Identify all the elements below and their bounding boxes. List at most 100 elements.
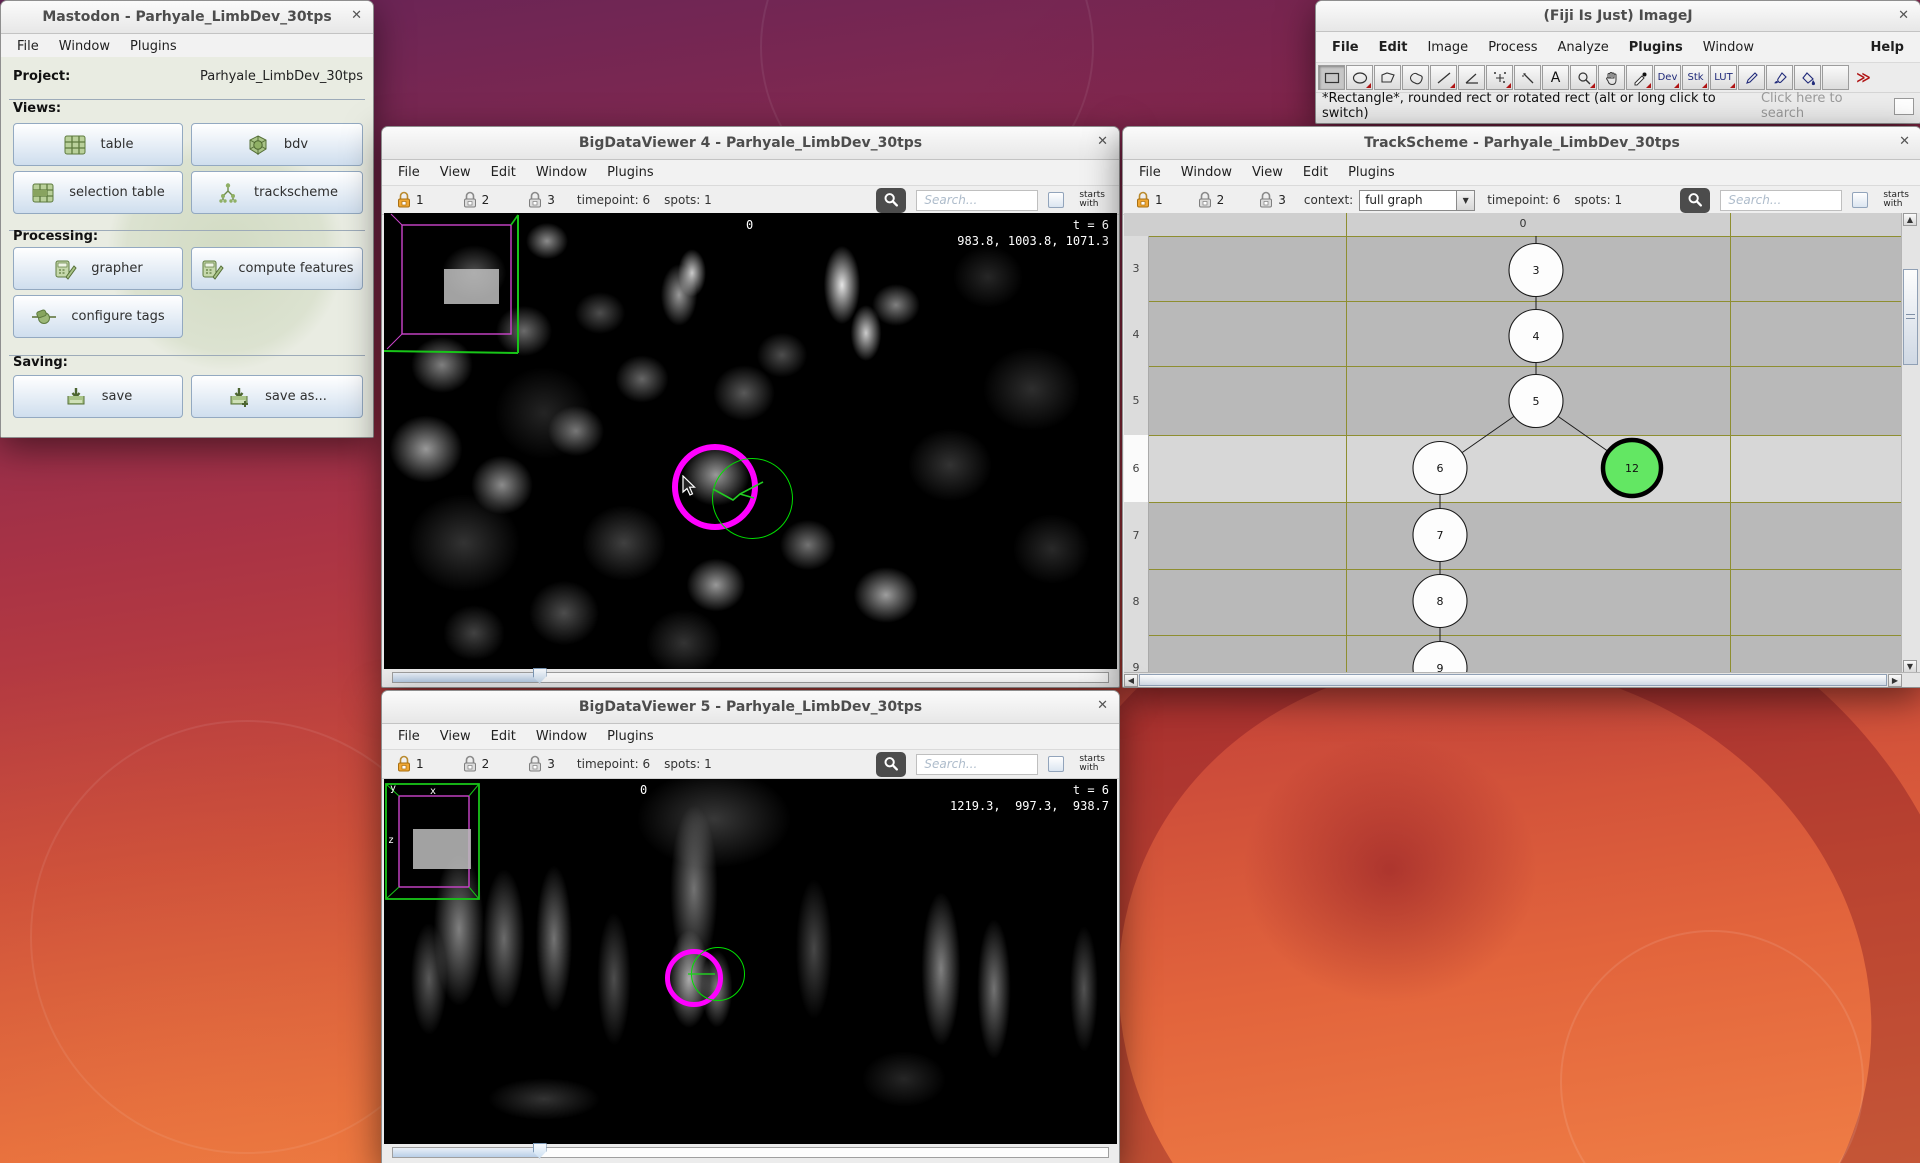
save-as-button[interactable]: save as... (191, 375, 363, 418)
bdv5-titlebar[interactable]: BigDataViewer 5 - Parhyale_LimbDev_30tps… (382, 691, 1119, 724)
scroll-left-button[interactable]: ◀ (1124, 674, 1138, 687)
menu-plugins[interactable]: Plugins (597, 729, 664, 744)
search-button[interactable] (1680, 188, 1710, 213)
bdv4-time-slider[interactable] (384, 669, 1117, 685)
menu-file[interactable]: File (1129, 165, 1171, 180)
close-icon[interactable]: ✕ (1898, 9, 1909, 23)
lock-icon-gray[interactable] (1258, 191, 1274, 209)
menu-process[interactable]: Process (1478, 40, 1547, 55)
fill-tool-button[interactable] (1794, 65, 1821, 90)
imagej-search-placeholder[interactable]: Click here to search (1761, 91, 1888, 121)
close-icon[interactable]: ✕ (1097, 135, 1108, 149)
freehand-tool-button[interactable] (1402, 65, 1429, 90)
starts-with-checkbox[interactable] (1852, 192, 1868, 208)
menu-view[interactable]: View (430, 729, 481, 744)
menu-window[interactable]: Window (526, 729, 597, 744)
color-picker-tool-button[interactable] (1626, 65, 1653, 90)
menu-file[interactable]: File (388, 729, 430, 744)
selection-table-button[interactable]: selection table (13, 171, 183, 214)
spot-circle[interactable] (712, 458, 793, 539)
menu-view[interactable]: View (430, 165, 481, 180)
pencil-tool-button[interactable] (1738, 65, 1765, 90)
imagej-titlebar[interactable]: (Fiji Is Just) ImageJ ✕ (1316, 1, 1920, 32)
menu-analyze[interactable]: Analyze (1548, 40, 1619, 55)
menu-image[interactable]: Image (1417, 40, 1478, 55)
horizontal-scrollbar[interactable]: ◀ ▶ (1124, 672, 1920, 687)
trackscheme-button[interactable]: trackscheme (191, 171, 363, 214)
scroll-up-button[interactable]: ▲ (1903, 213, 1917, 226)
close-icon[interactable]: ✕ (351, 9, 362, 23)
stk-tool-button[interactable]: Stk (1682, 65, 1709, 90)
bdv5-time-slider[interactable] (384, 1144, 1117, 1160)
menu-file[interactable]: File (1322, 40, 1369, 55)
menu-file[interactable]: File (7, 39, 49, 54)
menu-edit[interactable]: Edit (481, 729, 526, 744)
polygon-tool-button[interactable] (1374, 65, 1401, 90)
close-icon[interactable]: ✕ (1899, 135, 1910, 149)
time-slider-track[interactable] (392, 1147, 1109, 1158)
menu-window[interactable]: Window (49, 39, 120, 54)
menu-plugins[interactable]: Plugins (1338, 165, 1405, 180)
menu-window[interactable]: Window (1171, 165, 1242, 180)
lock-icon-gray[interactable] (462, 191, 478, 209)
starts-with-checkbox[interactable] (1048, 756, 1064, 772)
bdv4-canvas[interactable]: 0 t = 6 983.8, 1003.8, 1071.3 (384, 213, 1117, 669)
lock-icon-gray[interactable] (527, 191, 543, 209)
spot-circle[interactable] (691, 947, 745, 1001)
lut-tool-button[interactable]: LUT (1710, 65, 1737, 90)
table-button[interactable]: table (13, 123, 183, 166)
bdv5-canvas[interactable]: y x z 0 t = 6 1219.3, 997.3, 938.7 (384, 779, 1117, 1144)
point-tool-button[interactable] (1486, 65, 1513, 90)
lock-icon-gold[interactable] (396, 755, 412, 773)
mastodon-titlebar[interactable]: Mastodon - Parhyale_LimbDev_30tps ✕ (1, 1, 373, 34)
wand-tool-button[interactable] (1514, 65, 1541, 90)
time-slider-track[interactable] (392, 672, 1109, 683)
vertical-scroll-thumb[interactable] (1903, 269, 1918, 365)
bdv4-titlebar[interactable]: BigDataViewer 4 - Parhyale_LimbDev_30tps… (382, 127, 1119, 160)
search-button[interactable] (876, 752, 906, 777)
search-input[interactable]: Search... (916, 754, 1038, 775)
menu-plugins[interactable]: Plugins (120, 39, 187, 54)
menu-help[interactable]: Help (1861, 40, 1914, 55)
menu-view[interactable]: View (1242, 165, 1293, 180)
dev-tool-button[interactable]: Dev (1654, 65, 1681, 90)
menu-file[interactable]: File (388, 165, 430, 180)
lock-icon-gray[interactable] (1197, 191, 1213, 209)
zoom-tool-button[interactable] (1570, 65, 1597, 90)
grapher-button[interactable]: grapher (13, 247, 183, 290)
bdv-button[interactable]: bdv (191, 123, 363, 166)
menu-edit[interactable]: Edit (1369, 40, 1418, 55)
menu-edit[interactable]: Edit (1293, 165, 1338, 180)
horizontal-scroll-thumb[interactable] (1139, 674, 1887, 686)
line-tool-button[interactable] (1430, 65, 1457, 90)
trackscheme-titlebar[interactable]: TrackScheme - Parhyale_LimbDev_30tps ✕ (1123, 127, 1920, 160)
search-button[interactable] (876, 188, 906, 213)
menu-window[interactable]: Window (526, 165, 597, 180)
more-tools-button[interactable]: ≫ (1850, 65, 1877, 90)
search-input[interactable]: Search... (1720, 190, 1842, 211)
angle-tool-button[interactable] (1458, 65, 1485, 90)
chevron-down-icon[interactable]: ▼ (1457, 190, 1475, 211)
oval-tool-button[interactable] (1346, 65, 1373, 90)
hand-tool-button[interactable] (1598, 65, 1625, 90)
configure-tags-button[interactable]: configure tags (13, 295, 183, 338)
imagej-search-box[interactable] (1894, 98, 1914, 115)
menu-edit[interactable]: Edit (481, 165, 526, 180)
vertical-scrollbar[interactable]: ▲ ▼ (1901, 213, 1920, 673)
empty-tool-slot[interactable] (1822, 65, 1849, 90)
rectangle-tool-button[interactable] (1318, 65, 1345, 90)
lineage-tree[interactable]: 345612789 (1124, 213, 1904, 673)
brush-tool-button[interactable] (1766, 65, 1793, 90)
trackscheme-graph[interactable]: 0 3 4 5 6 7 8 9 345612789 (1124, 213, 1920, 673)
text-tool-button[interactable]: A (1542, 65, 1569, 90)
lock-icon-gold[interactable] (396, 191, 412, 209)
lock-icon-gray[interactable] (462, 755, 478, 773)
menu-plugins[interactable]: Plugins (597, 165, 664, 180)
search-input[interactable]: Search... (916, 190, 1038, 211)
menu-window[interactable]: Window (1693, 40, 1764, 55)
lock-icon-gray[interactable] (527, 755, 543, 773)
save-button[interactable]: save (13, 375, 183, 418)
lock-icon-gold[interactable] (1135, 191, 1151, 209)
menu-plugins[interactable]: Plugins (1619, 40, 1693, 55)
starts-with-checkbox[interactable] (1048, 192, 1064, 208)
